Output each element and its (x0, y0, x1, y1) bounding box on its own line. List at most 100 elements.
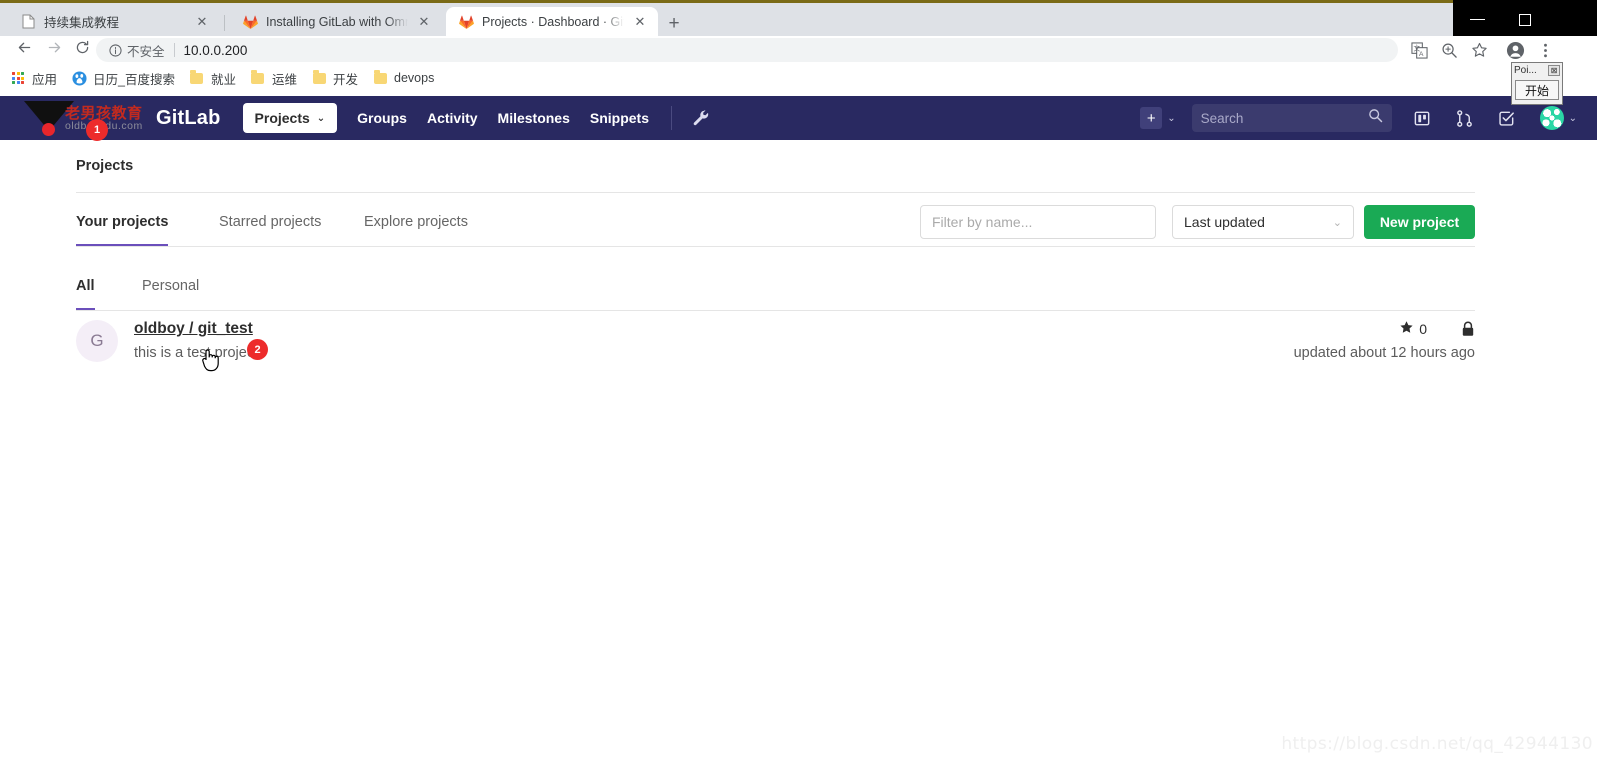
svg-text:A: A (1419, 51, 1424, 58)
project-description: this is a test project (134, 345, 259, 361)
more-menu-icon[interactable] (1534, 39, 1556, 61)
omnibox-divider (173, 43, 175, 57)
oldboyedu-dot-icon (42, 123, 55, 136)
zoom-icon[interactable] (1438, 39, 1460, 61)
page-watermark: https://blog.csdn.net/qq_42944130 (1281, 734, 1593, 754)
document-icon (20, 14, 36, 30)
search-input[interactable]: Search (1191, 104, 1392, 132)
lock-icon (1461, 321, 1475, 342)
widget-titlebar: Poi... ⊠ (1512, 63, 1562, 78)
project-name-link[interactable]: oldboy / git_test (134, 320, 253, 338)
browser-tab-1[interactable]: Installing GitLab with Omnibus ✕ (230, 7, 442, 36)
nav-item-milestones[interactable]: Milestones (498, 110, 570, 126)
nav-divider (671, 106, 673, 130)
reload-button[interactable] (68, 36, 96, 64)
tab-separator (224, 15, 225, 31)
tab-label: Starred projects (219, 214, 322, 230)
user-menu[interactable]: ⌄ (1518, 106, 1577, 130)
nav-projects-label: Projects (254, 110, 310, 126)
browser-tab-0[interactable]: 持续集成教程 ✕ (8, 7, 220, 36)
search-icon (1368, 108, 1383, 128)
issue-boards-icon[interactable] (1412, 107, 1434, 129)
plus-icon: + (1140, 107, 1163, 129)
gitlab-icon (458, 14, 474, 30)
filter-placeholder: Filter by name... (932, 214, 1033, 230)
todos-icon[interactable] (1496, 107, 1518, 129)
baidu-icon (71, 70, 87, 86)
subtab-all[interactable]: All (76, 262, 95, 310)
browser-tab-title: Installing GitLab with Omnibus (266, 14, 408, 29)
close-icon[interactable]: ✕ (192, 12, 212, 32)
reload-icon (74, 39, 91, 61)
filter-by-name-input[interactable]: Filter by name... (920, 205, 1156, 239)
divider (76, 246, 1475, 247)
bookmark-star-icon[interactable] (1468, 39, 1490, 61)
wrench-icon[interactable] (690, 107, 712, 129)
gitlab-logo-watermark[interactable]: 老男孩教育 oldboyedu.com (18, 96, 150, 140)
project-list-item[interactable]: G oldboy / git_test this is a test proje… (76, 311, 1475, 375)
subtab-label: Personal (142, 278, 200, 294)
annotation-badge-2: 2 (247, 339, 268, 360)
widget-start-button[interactable]: 开始 (1515, 80, 1559, 100)
new-project-button[interactable]: New project (1364, 205, 1475, 239)
close-icon[interactable]: ✕ (630, 12, 650, 32)
nav-projects-dropdown[interactable]: Projects ⌄ (242, 103, 338, 133)
browser-tab-title: Projects · Dashboard · GitLab (482, 14, 624, 29)
translate-icon[interactable]: 文 A (1408, 39, 1430, 61)
bookmark-devops[interactable]: devops (372, 70, 434, 86)
sort-value: Last updated (1184, 214, 1265, 230)
tab-starred-projects[interactable]: Starred projects (219, 198, 321, 246)
project-avatar: G (76, 320, 118, 362)
close-icon[interactable]: ⊠ (1548, 65, 1560, 76)
subtab-personal[interactable]: Personal (142, 262, 199, 310)
nav-item-activity[interactable]: Activity (427, 110, 478, 126)
close-icon[interactable]: ✕ (414, 12, 434, 32)
tab-label: Explore projects (364, 214, 468, 230)
merge-requests-icon[interactable] (1454, 107, 1476, 129)
project-star-count[interactable]: 0 (1399, 320, 1427, 338)
annotation-badge-1: 1 (86, 119, 108, 141)
tab-label: Your projects (76, 214, 169, 230)
address-bar[interactable]: 不安全 10.0.0.200 (96, 38, 1398, 62)
maximize-button[interactable] (1501, 3, 1549, 36)
page-title: Projects (76, 158, 134, 174)
nav-item-snippets[interactable]: Snippets (590, 110, 649, 126)
bookmark-label: 开发 (333, 72, 359, 87)
chevron-down-icon: ⌄ (316, 112, 326, 124)
folder-icon (311, 70, 327, 86)
bookmark-apps[interactable]: 应用 (10, 69, 57, 88)
floating-tool-widget[interactable]: Poi... ⊠ 开始 (1511, 62, 1563, 105)
browser-tab-2[interactable]: Projects · Dashboard · GitLab ✕ (446, 7, 658, 36)
tab-explore-projects[interactable]: Explore projects (364, 198, 468, 246)
new-tab-button[interactable]: + (662, 11, 686, 35)
gitlab-navbar: 老男孩教育 oldboyedu.com GitLab Projects ⌄ Gr… (0, 96, 1597, 140)
bookmark-label: 运维 (271, 72, 297, 87)
sort-dropdown[interactable]: Last updated ⌄ (1172, 205, 1354, 239)
nav-item-groups[interactable]: Groups (357, 110, 407, 126)
gitlab-icon (242, 14, 258, 30)
chevron-down-icon: ⌄ (1167, 112, 1176, 124)
back-button[interactable] (10, 36, 38, 64)
avatar (1539, 106, 1564, 130)
widget-body: 开始 (1512, 78, 1562, 104)
bookmark-baidu-calendar[interactable]: 日历_百度搜索 (71, 69, 175, 88)
minimize-button[interactable] (1453, 3, 1501, 36)
browser-tab-title: 持续集成教程 (44, 16, 120, 30)
bookmark-yunwei[interactable]: 运维 (250, 69, 297, 88)
url-text: 10.0.0.200 (183, 42, 248, 58)
minimize-icon (1469, 19, 1485, 20)
window-controls (1453, 3, 1597, 36)
project-updated-text: updated about 12 hours ago (1293, 345, 1475, 361)
gitlab-brand-label[interactable]: GitLab (156, 107, 221, 130)
tab-your-projects[interactable]: Your projects (76, 198, 169, 246)
new-dropdown[interactable]: + ⌄ (1140, 107, 1176, 129)
gitlab-navbar-right: + ⌄ Search ⌄ (1140, 104, 1597, 132)
info-circle-icon[interactable] (108, 43, 122, 57)
forward-button[interactable] (40, 36, 68, 64)
search-placeholder: Search (1200, 110, 1244, 126)
profile-icon[interactable] (1504, 39, 1526, 61)
bookmark-label: devops (394, 71, 435, 85)
bookmark-jiuye[interactable]: 就业 (189, 69, 236, 88)
bookmark-kaifa[interactable]: 开发 (311, 69, 358, 88)
bookmark-label: 日历_百度搜索 (93, 72, 175, 87)
